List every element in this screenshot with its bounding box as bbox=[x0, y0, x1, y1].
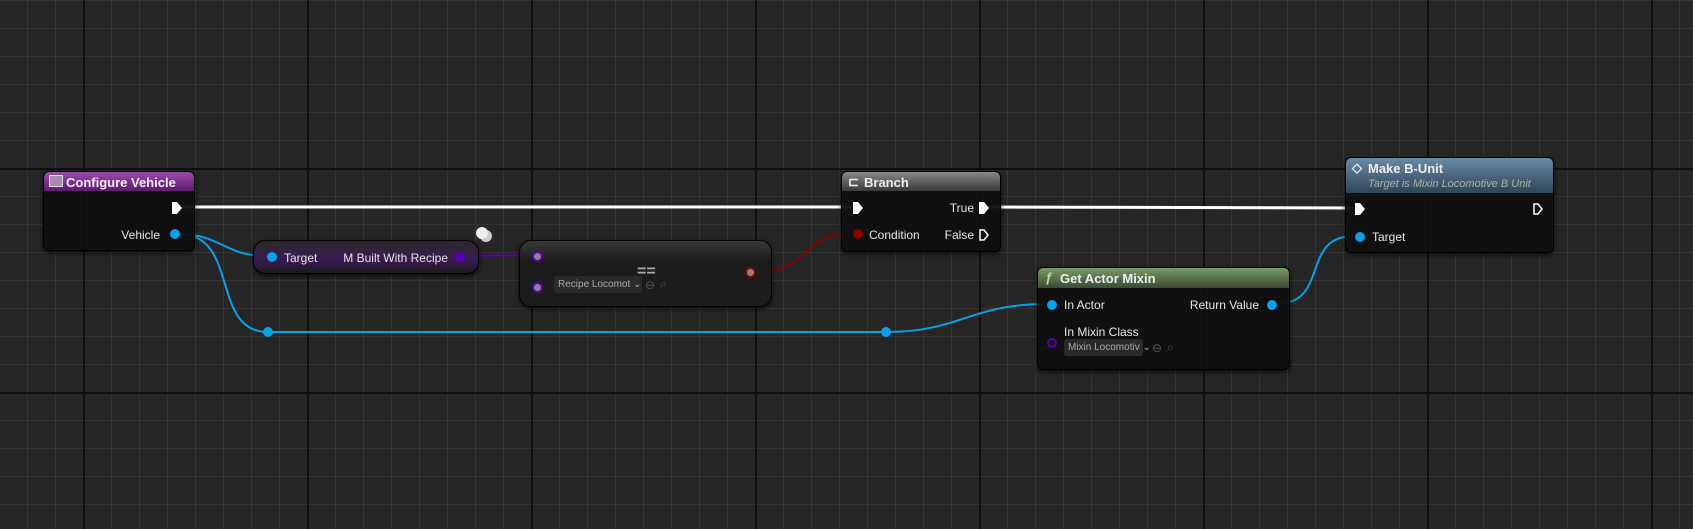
condition-pin[interactable] bbox=[853, 229, 863, 239]
equals-output-pin[interactable] bbox=[745, 267, 756, 278]
branch-icon: ⊏ bbox=[848, 174, 859, 189]
use-selected-icon[interactable]: ⊖ bbox=[645, 278, 655, 292]
use-selected-icon[interactable]: ⊖ bbox=[1152, 341, 1162, 355]
knot-line-wire[interactable] bbox=[268, 303, 1047, 333]
make-b-unit-node[interactable]: ◇ Make B-Unit Target is Mixin Locomotive… bbox=[1345, 157, 1554, 253]
configure-vehicle-node[interactable]: Configure Vehicle Vehicle bbox=[43, 171, 195, 251]
exec-out-pin[interactable] bbox=[172, 202, 182, 214]
false-label: False bbox=[944, 228, 974, 242]
in-actor-label: In Actor bbox=[1064, 298, 1105, 312]
in-actor-pin[interactable] bbox=[1047, 300, 1057, 310]
false-exec-pin[interactable] bbox=[979, 229, 989, 241]
reroute-knot[interactable] bbox=[263, 327, 273, 337]
browse-icon[interactable]: ⌕ bbox=[660, 277, 667, 292]
target-pin[interactable] bbox=[267, 252, 277, 262]
built-with-recipe-label: M Built With Recipe bbox=[343, 251, 448, 265]
target-label: Target bbox=[284, 251, 318, 265]
node-header: ◇ Make B-Unit Target is Mixin Locomotive… bbox=[1346, 158, 1553, 193]
vehicle-label: Vehicle bbox=[121, 228, 160, 242]
equals-input-b-pin[interactable] bbox=[532, 282, 543, 293]
node-header: ƒ Get Actor Mixin bbox=[1038, 268, 1289, 288]
exec-out-pin[interactable] bbox=[1533, 203, 1543, 215]
condition-label: Condition bbox=[869, 228, 920, 242]
in-mixin-class-pin[interactable] bbox=[1047, 338, 1057, 348]
target-label: Target bbox=[1372, 230, 1406, 244]
return-value-pin[interactable] bbox=[1267, 300, 1277, 310]
target-pin[interactable] bbox=[1355, 232, 1365, 242]
in-mixin-class-label: In Mixin Class bbox=[1064, 325, 1139, 339]
mixin-class-dropdown[interactable]: Mixin Locomotiv ⌄ bbox=[1064, 339, 1151, 356]
event-icon bbox=[49, 175, 63, 187]
true-exec-pin[interactable] bbox=[979, 202, 989, 214]
return-value-label: Return Value bbox=[1189, 298, 1259, 312]
blueprint-graph-canvas[interactable]: Configure Vehicle Vehicle Target M Built… bbox=[0, 0, 1693, 529]
vehicle-pin[interactable] bbox=[170, 229, 180, 239]
branch-node[interactable]: ⊏ Branch True Condition False bbox=[841, 171, 1001, 252]
node-title: Make B-Unit bbox=[1368, 161, 1444, 176]
built-with-recipe-pin[interactable] bbox=[455, 252, 465, 262]
node-title: Branch bbox=[864, 175, 909, 190]
true-label: True bbox=[949, 201, 974, 215]
recipe-dropdown[interactable]: Recipe Locomot ⌄ bbox=[554, 276, 642, 293]
exec-in-pin[interactable] bbox=[1355, 203, 1365, 215]
node-header: ⊏ Branch bbox=[842, 172, 1000, 191]
equals-input-a-pin[interactable] bbox=[532, 251, 543, 262]
reroute-knot[interactable] bbox=[881, 327, 891, 337]
node-subtitle: Target is Mixin Locomotive B Unit bbox=[1368, 178, 1531, 190]
exec-wire-2[interactable] bbox=[987, 205, 1354, 210]
node-title: Configure Vehicle bbox=[66, 175, 176, 190]
function-icon: ƒ bbox=[1045, 270, 1053, 285]
browse-icon[interactable]: ⌕ bbox=[1167, 340, 1174, 355]
call-function-icon: ◇ bbox=[1352, 160, 1362, 175]
built-with-recipe-node[interactable]: Target M Built With Recipe bbox=[253, 227, 488, 274]
node-title: Get Actor Mixin bbox=[1060, 271, 1156, 286]
equals-node[interactable]: == Recipe Locomot ⌄ ⊖ ⌕ bbox=[519, 240, 772, 307]
exec-in-pin[interactable] bbox=[853, 202, 863, 214]
node-header: Configure Vehicle bbox=[44, 172, 194, 191]
get-actor-mixin-node[interactable]: ƒ Get Actor Mixin In Actor Return Value … bbox=[1037, 267, 1290, 370]
comment-bubble-icon[interactable] bbox=[476, 227, 488, 239]
